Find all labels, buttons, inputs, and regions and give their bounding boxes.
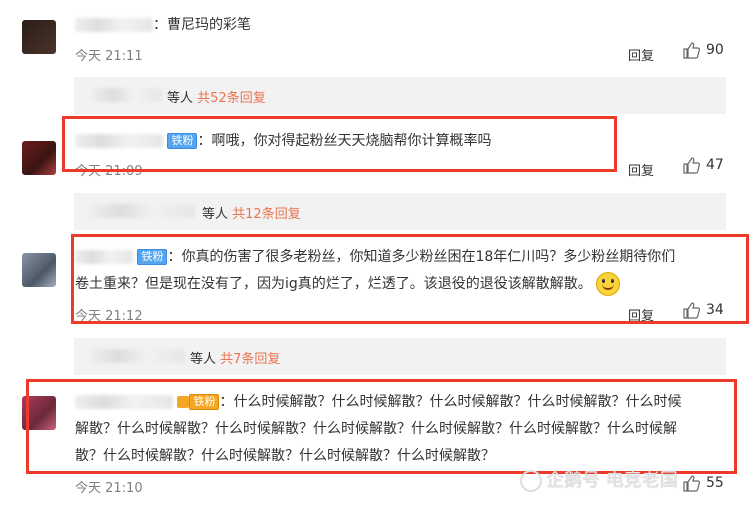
sub-reply-summary: 等人 共52条回复 <box>167 87 266 106</box>
sub-reply-bar[interactable]: 等人 共52条回复 <box>74 77 726 114</box>
sub-reply-suffix: 等人 <box>202 207 229 222</box>
sub-reply-bar[interactable]: 等人 共7条回复 <box>74 338 726 375</box>
highlight-box <box>71 234 749 324</box>
sub-reply-bar[interactable]: 等人 共12条回复 <box>74 193 726 230</box>
username-blurred <box>90 204 195 218</box>
like-button[interactable]: 90 <box>683 42 724 59</box>
like-count: 90 <box>706 42 724 58</box>
highlight-box <box>26 379 737 474</box>
username-blurred <box>92 88 162 102</box>
avatar[interactable] <box>22 20 56 54</box>
reply-button[interactable]: 回复 <box>628 45 654 64</box>
highlight-box <box>62 116 617 172</box>
like-button[interactable]: 55 <box>683 475 724 492</box>
sub-reply-suffix: 等人 <box>190 352 217 367</box>
comment-body: ：曹尼玛的彩笔 <box>75 12 251 39</box>
sub-reply-summary: 等人 共12条回复 <box>202 203 301 222</box>
thumbs-up-icon <box>683 475 700 492</box>
comment-time: 今天 21:11 <box>75 49 143 64</box>
avatar[interactable] <box>22 141 56 175</box>
like-count: 55 <box>706 475 724 491</box>
view-replies-link[interactable]: 共7条回复 <box>220 352 280 367</box>
thumbs-up-icon <box>683 42 700 59</box>
view-replies-link[interactable]: 共52条回复 <box>197 91 266 106</box>
sub-reply-suffix: 等人 <box>167 91 194 106</box>
username-blurred <box>90 349 185 363</box>
watermark: 企鹅号 电竞老国 <box>520 466 678 492</box>
reply-button[interactable]: 回复 <box>628 160 654 179</box>
penguin-logo-icon <box>520 470 542 492</box>
like-count: 47 <box>706 157 724 173</box>
sub-reply-summary: 等人 共7条回复 <box>190 348 280 367</box>
comment-time: 今天 21:10 <box>75 481 143 496</box>
thumbs-up-icon <box>683 157 700 174</box>
username-blurred[interactable] <box>75 18 153 32</box>
watermark-text: 企鹅号 电竞老国 <box>546 470 678 491</box>
like-button[interactable]: 47 <box>683 157 724 174</box>
view-replies-link[interactable]: 共12条回复 <box>232 207 301 222</box>
comment-text: ：曹尼玛的彩笔 <box>153 17 251 33</box>
avatar[interactable] <box>22 253 56 287</box>
